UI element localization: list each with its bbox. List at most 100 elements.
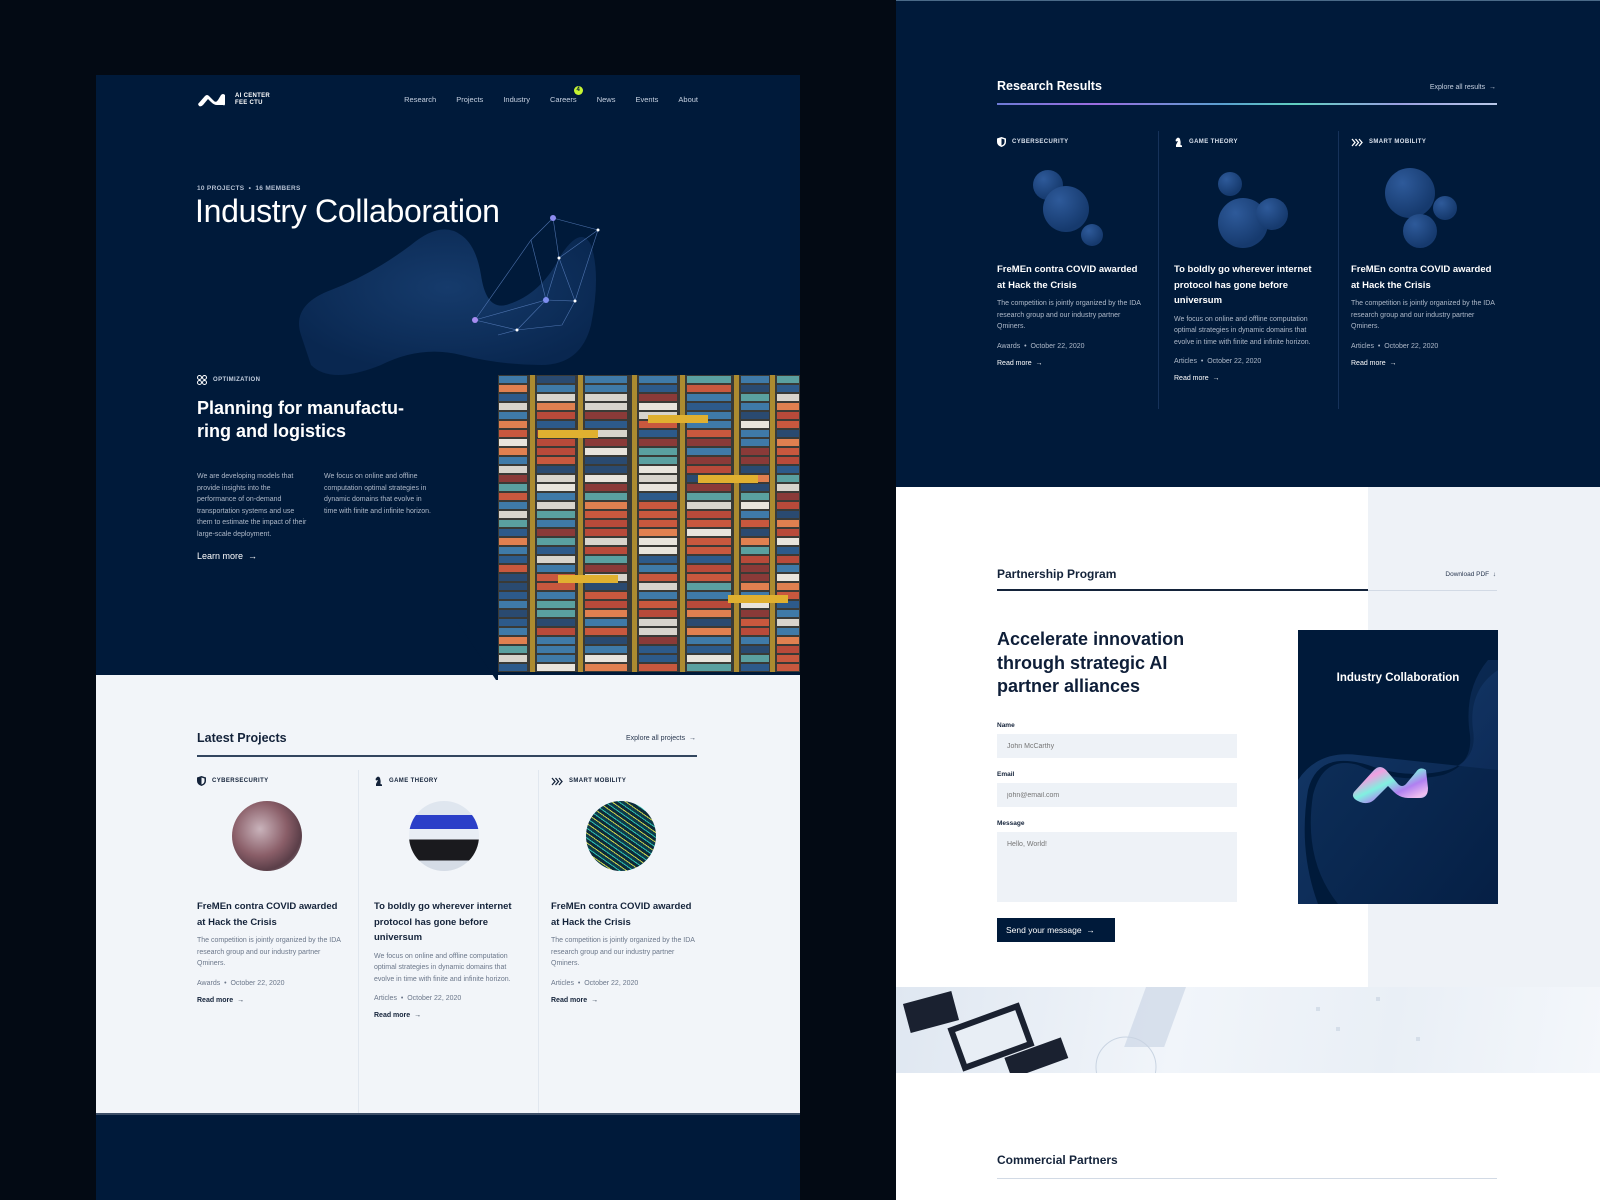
- container: [537, 538, 575, 545]
- logo-mark-icon: [198, 94, 225, 107]
- container: [741, 628, 769, 635]
- container: [777, 385, 799, 392]
- read-more-label: Read more: [997, 359, 1032, 367]
- card-tag-label: CYBERSECURITY: [212, 778, 269, 784]
- email-input[interactable]: [997, 783, 1237, 807]
- container: [639, 646, 677, 653]
- container: [499, 592, 527, 599]
- circuit-board-photo: [902, 987, 1420, 1073]
- read-more-link[interactable]: Read more →: [1351, 360, 1501, 367]
- download-pdf-link[interactable]: Download PDF ↓: [1445, 571, 1496, 578]
- card-title[interactable]: FreMEn contra COVID awarded at Hack the …: [1351, 262, 1501, 293]
- industry-collaboration-promo[interactable]: Industry Collaboration: [1298, 630, 1498, 904]
- container: [537, 394, 575, 401]
- container: [499, 475, 527, 482]
- container: [639, 475, 677, 482]
- container: [741, 664, 769, 671]
- container: [585, 421, 627, 428]
- card-title[interactable]: To boldly go wherever internet protocol …: [1174, 262, 1324, 309]
- container: [585, 466, 627, 473]
- card-tag-label: GAME THEORY: [389, 778, 438, 784]
- nav-research[interactable]: Research: [404, 95, 436, 104]
- nav-news[interactable]: News: [597, 95, 616, 104]
- read-more-label: Read more: [1351, 359, 1386, 367]
- card-meta: Awards • October 22, 2020: [997, 342, 1085, 350]
- read-more-link[interactable]: Read more →: [374, 1012, 524, 1019]
- message-textarea[interactable]: [997, 832, 1237, 902]
- container: [537, 556, 575, 563]
- container: [777, 556, 799, 563]
- arrow-right-icon: →: [1489, 84, 1496, 91]
- container: [585, 556, 627, 563]
- container: [741, 403, 769, 410]
- nav-industry[interactable]: Industry: [503, 95, 530, 104]
- container: [639, 403, 677, 410]
- container: [537, 421, 575, 428]
- card-category: Articles: [1351, 342, 1374, 350]
- container: [687, 457, 731, 464]
- send-message-button[interactable]: Send your message →: [997, 918, 1115, 942]
- result-card[interactable]: SMART MOBILITY FreMEn contra COVID award…: [1351, 136, 1501, 367]
- container: [499, 574, 527, 581]
- container: [687, 439, 731, 446]
- nav-events[interactable]: Events: [635, 95, 658, 104]
- read-more-link[interactable]: Read more →: [997, 360, 1147, 367]
- nav-careers[interactable]: Careers 4: [550, 86, 583, 104]
- container: [687, 403, 731, 410]
- read-more-link[interactable]: Read more →: [551, 997, 701, 1004]
- container: [499, 457, 527, 464]
- read-more-link[interactable]: Read more →: [197, 997, 347, 1004]
- card-title[interactable]: FreMEn contra COVID awarded at Hack the …: [551, 899, 701, 930]
- container: [499, 619, 527, 626]
- nav-projects[interactable]: Projects: [456, 95, 483, 104]
- logo[interactable]: AI CENTER FEE CTU: [197, 93, 270, 107]
- result-card[interactable]: GAME THEORY To boldly go wherever intern…: [1174, 136, 1324, 382]
- explore-all-results-link[interactable]: Explore all results →: [1430, 84, 1496, 91]
- arrow-right-icon: →: [248, 551, 258, 561]
- read-more-label: Read more: [1174, 375, 1209, 382]
- name-input[interactable]: [997, 734, 1237, 758]
- card-tag-label: GAME THEORY: [1189, 139, 1238, 145]
- card-date: October 22, 2020: [584, 979, 639, 987]
- card-title[interactable]: To boldly go wherever internet protocol …: [374, 899, 524, 946]
- nav-about[interactable]: About: [678, 95, 698, 104]
- gradient-divider: [997, 103, 1497, 105]
- explore-projects-label: Explore all projects: [625, 735, 686, 742]
- read-more-label: Read more: [551, 996, 588, 1004]
- arrow-right-icon: →: [414, 1012, 422, 1019]
- optimization-paragraph-2: We focus on online and offline computati…: [324, 473, 431, 515]
- container: [537, 646, 575, 653]
- container: [639, 457, 677, 464]
- result-card[interactable]: CYBERSECURITY FreMEn contra COVID awarde…: [997, 136, 1147, 367]
- container: [585, 529, 627, 536]
- read-more-label: Read more: [374, 1012, 411, 1019]
- shield-icon: [197, 776, 206, 786]
- column-divider: [1158, 131, 1159, 409]
- read-more-link[interactable]: Read more →: [1174, 375, 1324, 382]
- main-nav: Research Projects Industry Careers 4 News…: [384, 86, 698, 104]
- container: [687, 637, 731, 644]
- explore-all-projects-link[interactable]: Explore all projects →: [626, 735, 696, 742]
- container: [777, 565, 799, 572]
- project-card[interactable]: CYBERSECURITY FreMEn contra COVID awarde…: [197, 775, 347, 1004]
- container: [687, 493, 731, 500]
- container: [777, 574, 799, 581]
- section-divider-light: [1368, 590, 1497, 591]
- container: [537, 619, 575, 626]
- container: [499, 493, 527, 500]
- container: [639, 376, 677, 383]
- container: [639, 592, 677, 599]
- card-title[interactable]: FreMEn contra COVID awarded at Hack the …: [997, 262, 1147, 293]
- container: [777, 583, 799, 590]
- crane-rail: [632, 375, 637, 672]
- learn-more-link[interactable]: Learn more →: [197, 551, 257, 561]
- card-title[interactable]: FreMEn contra COVID awarded at Hack the …: [197, 899, 347, 930]
- project-card[interactable]: GAME THEORY To boldly go wherever intern…: [374, 775, 524, 1019]
- container: [687, 655, 731, 662]
- project-card[interactable]: SMART MOBILITY FreMEn contra COVID award…: [551, 775, 701, 1004]
- container: [687, 610, 731, 617]
- container: [741, 619, 769, 626]
- container: [687, 484, 731, 491]
- container: [639, 538, 677, 545]
- container: [741, 655, 769, 662]
